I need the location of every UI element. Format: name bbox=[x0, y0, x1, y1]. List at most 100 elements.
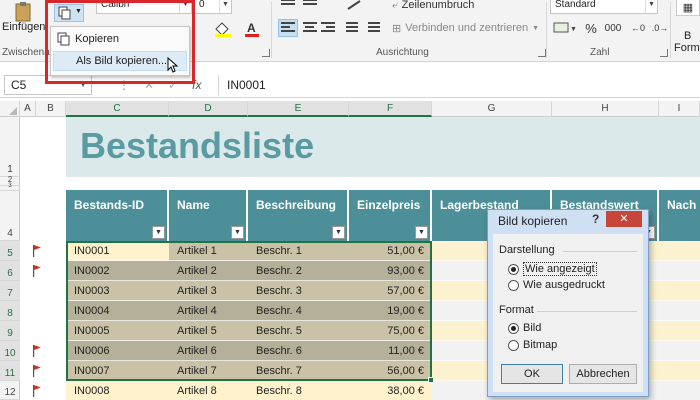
align-top-button[interactable] bbox=[278, 0, 298, 14]
paste-button[interactable]: Einfügen bbox=[2, 2, 46, 46]
orientation-button[interactable] bbox=[344, 0, 366, 14]
radio-button[interactable] bbox=[508, 322, 519, 334]
row-header-9[interactable]: 9 bbox=[0, 321, 20, 341]
cell-price[interactable]: 56,00 € bbox=[349, 361, 432, 381]
conditional-format-button[interactable]: ▦ bbox=[676, 0, 700, 16]
increase-decimal-button[interactable]: ←0 bbox=[628, 19, 648, 37]
cell-name[interactable]: Artikel 1 bbox=[169, 241, 248, 261]
row-header-11[interactable]: 11 bbox=[0, 361, 20, 381]
header-name[interactable]: Name ▼ bbox=[169, 190, 248, 241]
filter-dropdown-icon[interactable]: ▼ bbox=[152, 226, 165, 239]
cell-empty[interactable] bbox=[659, 341, 700, 361]
column-header-a[interactable]: A bbox=[20, 101, 36, 117]
confirm-icon[interactable]: ✓ bbox=[168, 78, 178, 92]
cell-empty[interactable] bbox=[659, 261, 700, 281]
cell-price[interactable]: 75,00 € bbox=[349, 321, 432, 341]
percent-button[interactable]: % bbox=[582, 19, 600, 37]
cell-name[interactable]: Artikel 3 bbox=[169, 281, 248, 301]
cell-price[interactable]: 11,00 € bbox=[349, 341, 432, 361]
column-header-f[interactable]: F bbox=[349, 101, 432, 117]
radio-as-shown[interactable]: Wie angezeigt bbox=[508, 262, 597, 276]
radio-button[interactable] bbox=[508, 339, 519, 351]
align-left-button[interactable] bbox=[278, 19, 298, 37]
column-header-c[interactable]: C bbox=[66, 101, 169, 117]
filter-dropdown-icon[interactable]: ▼ bbox=[332, 226, 345, 239]
cell-empty[interactable] bbox=[659, 241, 700, 261]
cell-id[interactable]: IN0003 bbox=[66, 281, 169, 301]
row-header-12[interactable]: 12 bbox=[0, 381, 20, 400]
cell-name[interactable]: Artikel 2 bbox=[169, 261, 248, 281]
cell-id[interactable]: IN0001 bbox=[66, 241, 169, 261]
number-dialog-launcher[interactable] bbox=[660, 49, 668, 57]
copy-split-button[interactable]: ▼ bbox=[54, 4, 84, 22]
row-header-7[interactable]: 7 bbox=[0, 281, 20, 301]
cell-empty[interactable] bbox=[659, 361, 700, 381]
decrease-decimal-button[interactable]: .0→ bbox=[650, 19, 670, 37]
cell-desc[interactable]: Beschr. 2 bbox=[248, 261, 349, 281]
cell-desc[interactable]: Beschr. 3 bbox=[248, 281, 349, 301]
cell-desc[interactable]: Beschr. 1 bbox=[248, 241, 349, 261]
formula-input[interactable]: IN0001 bbox=[218, 75, 696, 95]
header-nach[interactable]: Nach bbox=[659, 190, 700, 241]
cell-empty[interactable] bbox=[659, 321, 700, 341]
cell-id[interactable]: IN0004 bbox=[66, 301, 169, 321]
radio-as-printed[interactable]: Wie ausgedruckt bbox=[508, 279, 605, 291]
increase-indent-button[interactable] bbox=[366, 19, 384, 37]
header-beschreibung[interactable]: Beschreibung ▼ bbox=[248, 190, 349, 241]
radio-button[interactable] bbox=[508, 263, 519, 275]
insert-function-button[interactable]: fx bbox=[192, 78, 201, 92]
cell-id[interactable]: IN0008 bbox=[66, 381, 169, 400]
cell-price[interactable]: 51,00 € bbox=[349, 241, 432, 261]
alignment-dialog-launcher[interactable] bbox=[538, 49, 546, 57]
row-header-8[interactable]: 8 bbox=[0, 301, 20, 321]
radio-bitmap[interactable]: Bitmap bbox=[508, 339, 557, 351]
cell-empty[interactable] bbox=[659, 381, 700, 400]
cell-id[interactable]: IN0005 bbox=[66, 321, 169, 341]
ok-button[interactable]: OK bbox=[501, 364, 563, 384]
cell-empty[interactable] bbox=[659, 301, 700, 321]
cell-id[interactable]: IN0002 bbox=[66, 261, 169, 281]
cell-name[interactable]: Artikel 6 bbox=[169, 341, 248, 361]
sheet-title[interactable]: Bestandsliste bbox=[80, 125, 314, 167]
font-name-select[interactable]: Calibri ▼ bbox=[96, 0, 192, 14]
cell-name[interactable]: Artikel 4 bbox=[169, 301, 248, 321]
cell-price[interactable]: 38,00 € bbox=[349, 381, 432, 400]
align-center-button[interactable] bbox=[300, 19, 320, 37]
select-all-button[interactable] bbox=[0, 101, 20, 117]
row-header-5[interactable]: 5 bbox=[0, 241, 20, 261]
number-format-select[interactable]: Standard ▼ bbox=[550, 0, 658, 14]
cell-name[interactable]: Artikel 5 bbox=[169, 321, 248, 341]
radio-button[interactable] bbox=[508, 279, 519, 291]
cell-desc[interactable]: Beschr. 5 bbox=[248, 321, 349, 341]
filter-dropdown-icon[interactable]: ▼ bbox=[415, 226, 428, 239]
merge-center-button[interactable]: ⊞ Verbinden und zentrieren ▼ bbox=[392, 19, 550, 37]
cell-price[interactable]: 57,00 € bbox=[349, 281, 432, 301]
cancel-icon[interactable]: ✕ bbox=[144, 78, 154, 92]
align-right-button[interactable] bbox=[318, 19, 338, 37]
fill-handle[interactable] bbox=[428, 377, 434, 383]
thousands-separator-button[interactable]: 000 bbox=[600, 19, 626, 37]
cell-desc[interactable]: Beschr. 4 bbox=[248, 301, 349, 321]
cell-desc[interactable]: Beschr. 6 bbox=[248, 341, 349, 361]
wrap-text-button[interactable]: ⤶ Zeilenumbruch bbox=[392, 0, 492, 14]
cancel-button[interactable]: Abbrechen bbox=[569, 364, 637, 384]
cell-name[interactable]: Artikel 8 bbox=[169, 381, 248, 400]
column-header-h[interactable]: H bbox=[552, 101, 659, 117]
column-header-e[interactable]: E bbox=[248, 101, 349, 117]
filter-dropdown-icon[interactable]: ▼ bbox=[231, 226, 244, 239]
row-header-6[interactable]: 6 bbox=[0, 261, 20, 281]
cell-name[interactable]: Artikel 7 bbox=[169, 361, 248, 381]
cell-empty[interactable] bbox=[659, 281, 700, 301]
cell-price[interactable]: 93,00 € bbox=[349, 261, 432, 281]
name-box[interactable]: C5 ▼ bbox=[4, 75, 92, 95]
fill-color-button[interactable] bbox=[210, 20, 238, 38]
font-color-button[interactable]: A bbox=[240, 20, 264, 38]
decrease-indent-button[interactable] bbox=[344, 19, 362, 37]
currency-format-button[interactable]: ▼ bbox=[550, 19, 580, 37]
header-einzelpreis[interactable]: Einzelpreis ▼ bbox=[349, 190, 432, 241]
row-header-4[interactable]: 4 bbox=[0, 191, 20, 241]
cell-id[interactable]: IN0006 bbox=[66, 341, 169, 361]
cell-desc[interactable]: Beschr. 7 bbox=[248, 361, 349, 381]
cell-price[interactable]: 19,00 € bbox=[349, 301, 432, 321]
cell-desc[interactable]: Beschr. 8 bbox=[248, 381, 349, 400]
